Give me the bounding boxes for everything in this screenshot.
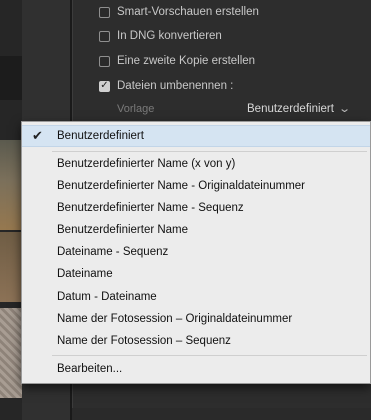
menu-separator bbox=[52, 151, 367, 152]
menu-item-label: Name der Fotosession – Originaldateinumm… bbox=[57, 313, 293, 325]
chevron-down-icon: ⌄ bbox=[338, 103, 352, 115]
rename-option[interactable]: ✓ Dateien umbenennen : bbox=[99, 77, 233, 95]
second-copy-label: Eine zweite Kopie erstellen bbox=[117, 55, 256, 67]
menu-item[interactable]: Benutzerdefinierter Name - Originaldatei… bbox=[22, 175, 370, 197]
menu-item[interactable]: Benutzerdefinierter Name bbox=[22, 219, 370, 241]
menu-item[interactable]: Name der Fotosession – Originaldateinumm… bbox=[22, 308, 370, 330]
checkmark-icon: ✔ bbox=[32, 128, 43, 143]
photo-thumbnail[interactable] bbox=[0, 308, 22, 398]
menu-separator bbox=[52, 355, 367, 356]
menu-item-label: Bearbeiten... bbox=[57, 363, 123, 375]
menu-item-label: Name der Fotosession – Sequenz bbox=[57, 335, 231, 347]
menu-item-label: Benutzerdefinierter Name - Sequenz bbox=[57, 202, 244, 214]
menu-item-label: Dateiname - Sequenz bbox=[57, 246, 169, 258]
template-label: Vorlage bbox=[117, 103, 155, 115]
menu-item-label: Benutzerdefinierter Name (x von y) bbox=[57, 158, 236, 170]
template-select[interactable]: Benutzerdefiniert ⌄ bbox=[247, 102, 352, 116]
second-copy-checkbox[interactable] bbox=[99, 55, 110, 67]
dng-option[interactable]: In DNG konvertieren bbox=[99, 27, 222, 45]
photo-thumbnail[interactable] bbox=[0, 56, 22, 100]
dng-label: In DNG konvertieren bbox=[117, 30, 222, 42]
menu-item[interactable]: Datum - Dateiname bbox=[22, 286, 370, 308]
smart-previews-checkbox[interactable] bbox=[99, 6, 110, 18]
menu-item-label: Dateiname bbox=[57, 268, 113, 280]
menu-item-label: Benutzerdefiniert bbox=[57, 130, 144, 142]
smart-previews-option[interactable]: Smart-Vorschauen erstellen bbox=[99, 3, 259, 21]
menu-item-label: Datum - Dateiname bbox=[57, 291, 157, 303]
photo-thumbnail[interactable] bbox=[0, 232, 22, 302]
rename-label: Dateien umbenennen : bbox=[117, 80, 234, 92]
smart-previews-label: Smart-Vorschauen erstellen bbox=[117, 6, 259, 18]
menu-item-edit[interactable]: Bearbeiten... bbox=[22, 358, 370, 380]
menu-item[interactable]: Dateiname bbox=[22, 263, 370, 285]
template-dropdown-menu: ✔ Benutzerdefiniert Benutzerdefinierter … bbox=[21, 121, 371, 384]
panel-footer bbox=[72, 408, 371, 420]
menu-item[interactable]: Benutzerdefinierter Name - Sequenz bbox=[22, 197, 370, 219]
rename-checkbox[interactable]: ✓ bbox=[99, 80, 110, 92]
menu-item-label: Benutzerdefinierter Name bbox=[57, 224, 189, 236]
second-copy-option[interactable]: Eine zweite Kopie erstellen bbox=[99, 52, 255, 70]
menu-item[interactable]: Dateiname - Sequenz bbox=[22, 241, 370, 263]
template-value: Benutzerdefiniert bbox=[247, 102, 334, 115]
menu-item[interactable]: Benutzerdefinierter Name (x von y) bbox=[22, 153, 370, 175]
photo-thumbnail[interactable] bbox=[0, 140, 22, 230]
menu-item-selected[interactable]: ✔ Benutzerdefiniert bbox=[22, 125, 370, 147]
dng-checkbox[interactable] bbox=[99, 30, 110, 42]
menu-item-label: Benutzerdefinierter Name - Originaldatei… bbox=[57, 180, 305, 192]
menu-item[interactable]: Name der Fotosession – Sequenz bbox=[22, 330, 370, 352]
